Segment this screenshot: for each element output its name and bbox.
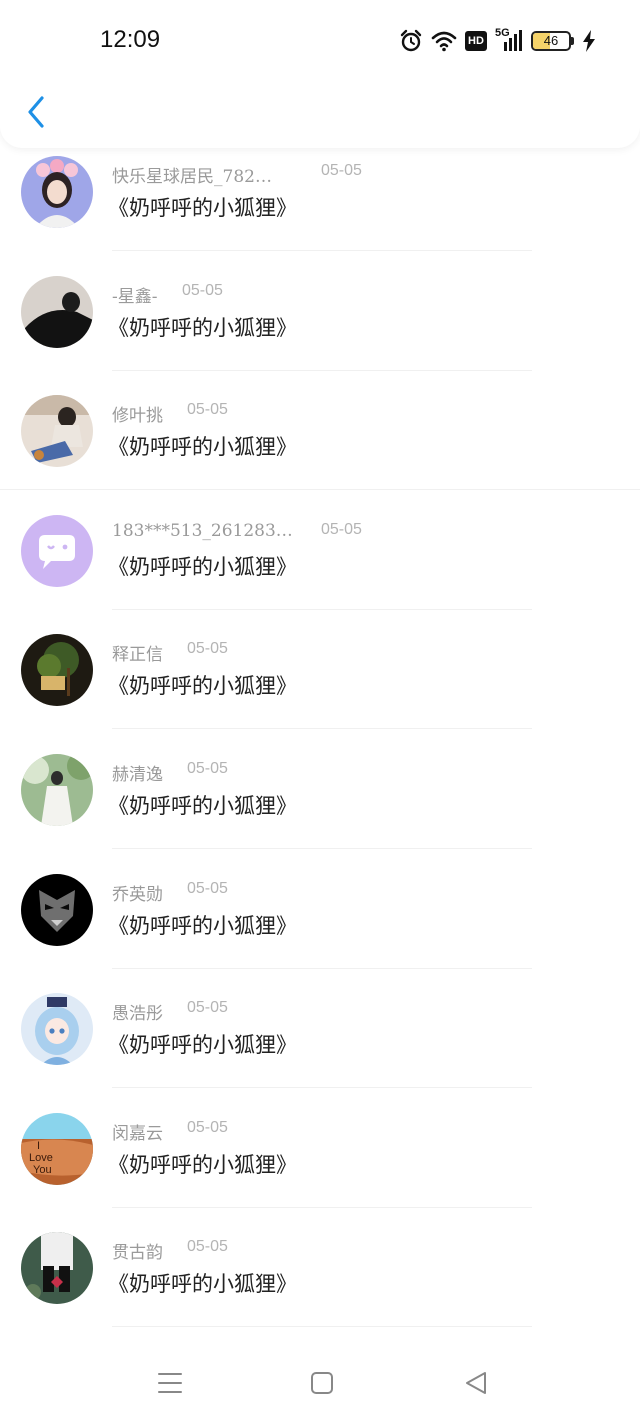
back-triangle-icon [466, 1372, 486, 1394]
item-date: 05-05 [321, 520, 362, 538]
status-icons: HD 5G 46 [399, 27, 596, 54]
user-name[interactable]: 释正信 [112, 640, 163, 665]
avatar[interactable]: I Love You [21, 1112, 93, 1185]
divider [112, 250, 532, 251]
user-name[interactable]: 快乐星球居民_782… [112, 162, 272, 187]
item-date: 05-05 [187, 879, 228, 897]
item-title[interactable]: 《奶呼呼的小狐狸》 [108, 192, 297, 222]
charging-icon [582, 30, 596, 52]
avatar[interactable] [21, 275, 93, 348]
system-nav-bar [0, 1338, 640, 1422]
liker-list: 快乐星球居民_782… 05-05 《奶呼呼的小狐狸》 -星鑫- 05-05 《奶呼呼的小… [0, 148, 640, 1344]
item-title[interactable]: 《奶呼呼的小狐狸》 [108, 431, 297, 461]
user-name[interactable]: 修叶挑 [112, 401, 163, 426]
user-name[interactable]: 愚浩彤 [112, 999, 163, 1024]
divider [112, 967, 532, 969]
item-date: 05-05 [187, 1118, 228, 1136]
item-date: 05-05 [187, 759, 228, 777]
status-bar: 12:09 HD 5G 46 [0, 0, 640, 84]
home-button[interactable] [307, 1368, 337, 1398]
divider [112, 1087, 532, 1089]
user-name[interactable]: -星鑫- [112, 282, 158, 307]
status-time: 12:09 [100, 26, 161, 53]
list-item[interactable]: 修叶挑 05-05 《奶呼呼的小狐狸》 [0, 387, 640, 507]
home-square-icon [311, 1372, 333, 1394]
back-button[interactable] [18, 92, 54, 132]
divider [112, 1206, 532, 1208]
alarm-icon [399, 29, 423, 53]
list-item[interactable]: 乔英勋 05-05 《奶呼呼的小狐狸》 [0, 866, 640, 986]
list-item[interactable]: 贯古韵 05-05 《奶呼呼的小狐狸》 [0, 1224, 640, 1344]
user-name[interactable]: 赫清逸 [112, 760, 163, 785]
item-title[interactable]: 《奶呼呼的小狐狸》 [108, 1029, 297, 1059]
item-title[interactable]: 《奶呼呼的小狐狸》 [108, 551, 297, 581]
avatar[interactable] [21, 993, 93, 1066]
item-title[interactable]: 《奶呼呼的小狐狸》 [108, 910, 297, 940]
user-name[interactable]: 闵嘉云 [112, 1119, 163, 1144]
header: 12:09 HD 5G 46 [0, 0, 640, 148]
item-date: 05-05 [187, 999, 228, 1017]
chevron-left-icon [28, 96, 44, 128]
user-name[interactable]: 183***513_261283… [112, 521, 293, 541]
svg-text:Love: Love [29, 1152, 53, 1164]
battery-icon: 46 [531, 31, 574, 51]
list-item[interactable]: 赫清逸 05-05 《奶呼呼的小狐狸》 [0, 746, 640, 866]
menu-button[interactable] [155, 1368, 185, 1398]
menu-icon [158, 1373, 182, 1393]
divider [0, 489, 640, 491]
item-title[interactable]: 《奶呼呼的小狐狸》 [108, 790, 297, 820]
divider [112, 608, 532, 610]
avatar[interactable] [21, 156, 93, 228]
avatar[interactable] [21, 395, 93, 468]
item-title[interactable]: 《奶呼呼的小狐狸》 [108, 1149, 297, 1179]
user-name[interactable]: 乔英勋 [112, 880, 163, 905]
svg-text:You: You [33, 1164, 52, 1176]
list-item[interactable]: I Love You 闵嘉云 05-05 《奶呼呼的小狐狸》 [0, 1105, 640, 1225]
divider [112, 728, 532, 730]
battery-level-text: 46 [543, 33, 559, 48]
avatar[interactable] [21, 753, 93, 826]
item-title[interactable]: 《奶呼呼的小狐狸》 [108, 312, 297, 342]
hd-icon: HD [465, 31, 487, 51]
avatar[interactable] [21, 1232, 93, 1305]
divider [112, 847, 532, 849]
list-item[interactable]: 183***513_261283… 05-05 《奶呼呼的小狐狸》 [0, 507, 640, 627]
svg-text:I: I [37, 1140, 40, 1152]
divider [112, 1326, 532, 1328]
item-date: 05-05 [187, 401, 228, 419]
list-item[interactable]: 释正信 05-05 《奶呼呼的小狐狸》 [0, 626, 640, 746]
avatar[interactable] [21, 514, 93, 587]
item-date: 05-05 [187, 640, 228, 658]
item-title[interactable]: 《奶呼呼的小狐狸》 [108, 670, 297, 700]
user-name[interactable]: 贯古韵 [112, 1238, 163, 1263]
divider [112, 369, 532, 371]
wifi-icon [431, 30, 457, 52]
avatar[interactable] [21, 634, 93, 707]
item-title[interactable]: 《奶呼呼的小狐狸》 [108, 1268, 297, 1298]
item-date: 05-05 [187, 1238, 228, 1256]
list-item[interactable]: -星鑫- 05-05 《奶呼呼的小狐狸》 [0, 268, 640, 388]
avatar[interactable] [21, 873, 93, 946]
item-date: 05-05 [321, 162, 362, 179]
back-nav-button[interactable] [461, 1368, 491, 1398]
list-item[interactable]: 快乐星球居民_782… 05-05 《奶呼呼的小狐狸》 [0, 148, 640, 268]
item-date: 05-05 [182, 281, 223, 299]
list-item[interactable]: 愚浩彤 05-05 《奶呼呼的小狐狸》 [0, 985, 640, 1105]
signal-icon: 5G [495, 27, 523, 53]
